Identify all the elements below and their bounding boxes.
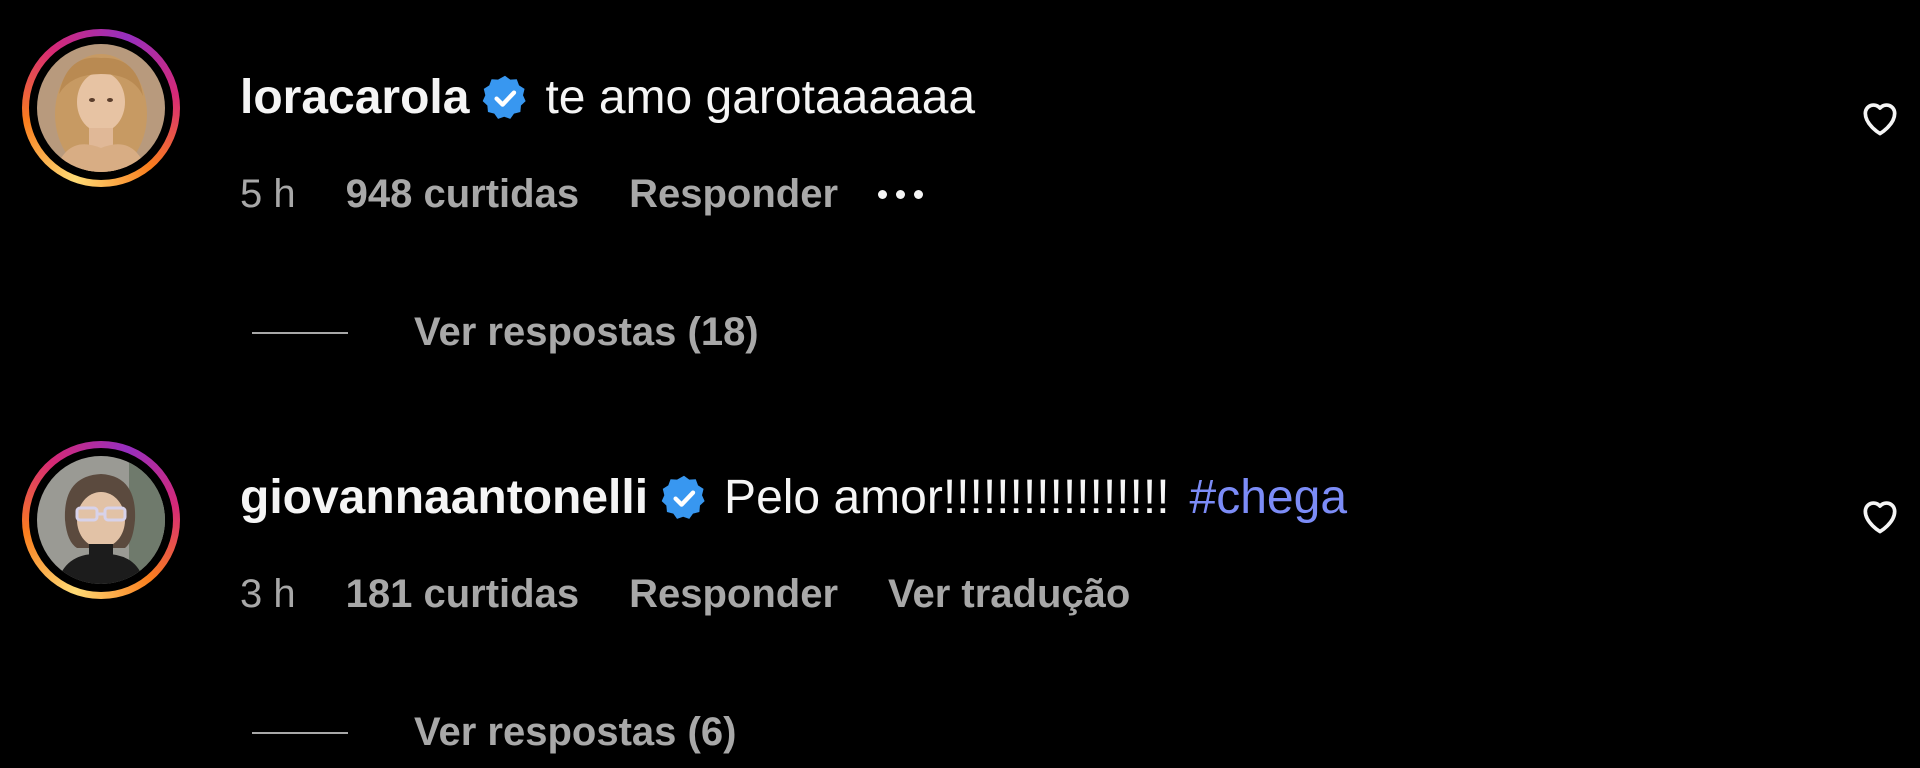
view-replies-button[interactable]: Ver respostas (6) bbox=[252, 710, 736, 755]
reply-button[interactable]: Responder bbox=[629, 172, 838, 217]
hashtag-link[interactable]: #chega bbox=[1190, 470, 1347, 525]
replies-divider bbox=[252, 331, 348, 334]
replies-divider bbox=[252, 731, 348, 734]
like-heart-icon[interactable] bbox=[1858, 494, 1902, 538]
comment-text: Pelo amor!!!!!!!!!!!!!!!!! bbox=[724, 471, 1170, 524]
view-replies-label: Ver respostas (18) bbox=[414, 310, 759, 354]
view-replies-button[interactable]: Ver respostas (18) bbox=[252, 310, 759, 355]
avatar[interactable] bbox=[22, 441, 180, 599]
reply-button[interactable]: Responder bbox=[629, 572, 838, 617]
username[interactable]: loracarola bbox=[240, 70, 469, 125]
verified-badge-icon bbox=[483, 75, 527, 119]
likes-count[interactable]: 948 curtidas bbox=[346, 172, 579, 217]
comment-text: te amo garotaaaaaa bbox=[545, 71, 976, 124]
likes-count[interactable]: 181 curtidas bbox=[346, 572, 579, 617]
avatar-photo bbox=[37, 44, 165, 172]
more-options-icon[interactable] bbox=[878, 175, 924, 215]
translate-button[interactable]: Ver tradução bbox=[888, 572, 1130, 617]
like-heart-icon[interactable] bbox=[1858, 96, 1902, 140]
avatar-photo bbox=[37, 456, 165, 584]
timestamp[interactable]: 5 h bbox=[240, 172, 296, 217]
username[interactable]: giovannaantonelli bbox=[240, 470, 648, 525]
avatar[interactable] bbox=[22, 29, 180, 187]
timestamp[interactable]: 3 h bbox=[240, 572, 296, 617]
verified-badge-icon bbox=[661, 475, 705, 519]
view-replies-label: Ver respostas (6) bbox=[414, 710, 737, 754]
